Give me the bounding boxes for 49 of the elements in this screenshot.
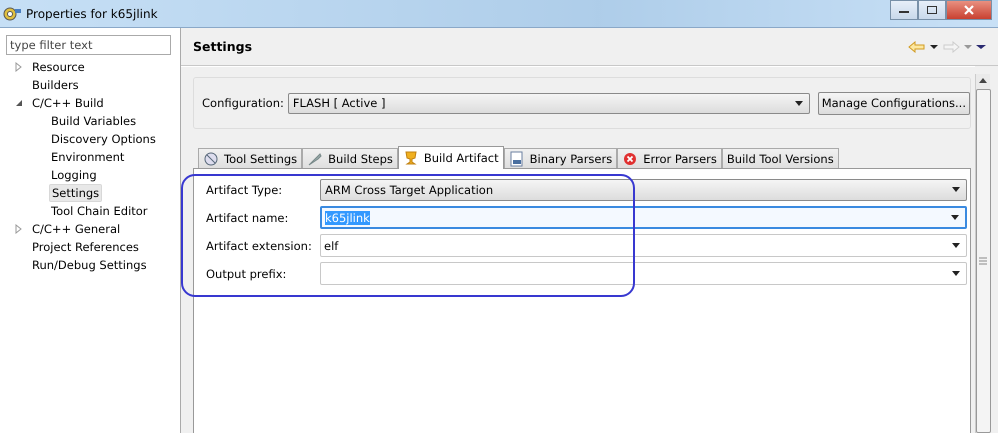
window-title: Properties for k65jlink	[26, 6, 158, 20]
scroll-up-icon[interactable]	[979, 78, 987, 83]
tab[interactable]: Binary Parsers	[504, 148, 618, 168]
configuration-label: Configuration:	[202, 96, 284, 110]
tree-item[interactable]: Builders	[30, 77, 81, 93]
page-title: Settings	[193, 39, 252, 54]
binary-file-icon	[508, 150, 525, 166]
field-label: Artifact Type:	[206, 182, 284, 196]
dropdown-icon	[952, 187, 960, 192]
combo-field[interactable]	[320, 262, 967, 285]
configuration-dropdown[interactable]: FLASH [ Active ]	[288, 92, 810, 114]
tree-item[interactable]: Build Variables	[49, 113, 138, 129]
minimize-button[interactable]	[890, 0, 918, 20]
wrench-icon	[307, 150, 324, 166]
combo-field[interactable]: elf	[320, 234, 967, 257]
dropdown-icon	[952, 243, 960, 248]
field-label: Artifact extension:	[206, 238, 313, 252]
tree-item[interactable]: Logging	[49, 167, 99, 183]
tree-item[interactable]: C/C++ Build	[30, 95, 106, 111]
tab[interactable]: Error Parsers	[617, 148, 722, 168]
tree-item[interactable]: Run/Debug Settings	[30, 257, 149, 273]
tree-item[interactable]: Project References	[30, 239, 141, 255]
close-icon	[963, 5, 975, 15]
dropdown-icon	[794, 100, 803, 106]
tree-item[interactable]: Tool Chain Editor	[49, 203, 150, 219]
dropdown-icon[interactable]	[930, 44, 938, 50]
manage-configurations-button[interactable]: Manage Configurations...	[818, 92, 970, 114]
tree-item[interactable]: Settings	[49, 184, 102, 202]
tree-item[interactable]: Resource	[30, 59, 87, 75]
field-label: Output prefix:	[206, 266, 288, 280]
dropdown-icon	[952, 271, 960, 276]
artifact-type-dropdown[interactable]: ARM Cross Target Application	[320, 178, 967, 200]
grip-icon	[979, 257, 987, 265]
tree-item[interactable]: Discovery Options	[49, 131, 158, 147]
maximize-button[interactable]	[918, 0, 946, 20]
trophy-icon	[402, 150, 419, 166]
tree-item[interactable]: C/C++ General	[30, 221, 122, 237]
maximize-icon	[926, 5, 938, 15]
dropdown-icon	[951, 215, 959, 220]
field-label: Artifact name:	[206, 210, 290, 224]
filter-field[interactable]: type filter text	[6, 35, 171, 55]
error-icon	[622, 150, 638, 166]
menu-icon[interactable]	[976, 44, 986, 50]
tab[interactable]: Build Artifact	[398, 146, 504, 169]
tab[interactable]: Build Tool Versions	[722, 148, 839, 168]
tab[interactable]: Build Steps	[302, 148, 398, 168]
tab[interactable]: Tool Settings	[198, 148, 302, 168]
tree-item[interactable]: Environment	[49, 149, 126, 165]
close-button[interactable]	[946, 0, 992, 20]
